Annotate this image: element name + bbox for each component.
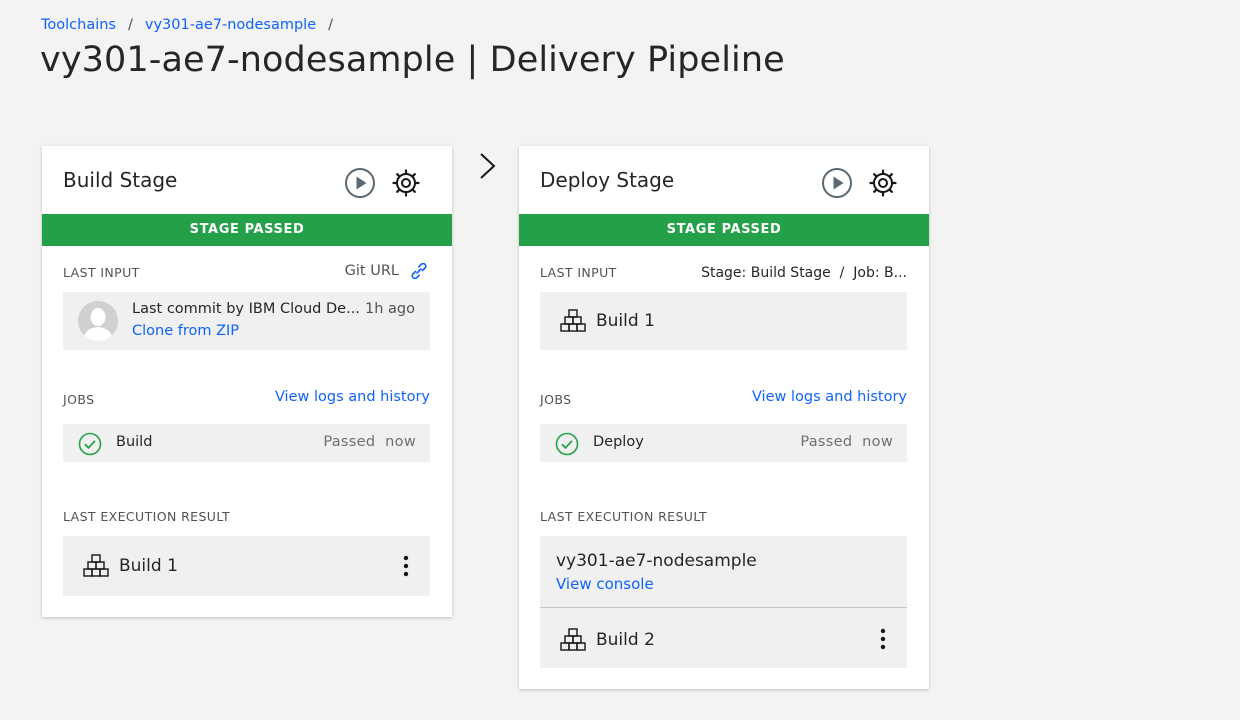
execution-result-tile: vy301-ae7-nodesample View console Build … [540,536,907,668]
play-icon [345,168,375,198]
checkmark-icon [555,432,579,456]
clone-from-zip-link[interactable]: Clone from ZIP [132,323,239,339]
build-icon [560,309,586,332]
input-build-number: Build 1 [596,311,655,331]
breadcrumb-toolchain[interactable]: vy301-ae7-nodesample [145,17,316,33]
jobs-label: JOBS [63,392,95,407]
build-icon [560,628,586,651]
stage-settings-button[interactable] [867,167,899,199]
run-stage-button[interactable] [344,167,376,199]
breadcrumb-separator: / [328,17,334,33]
breadcrumb-separator: / [128,17,133,33]
deploy-stage-card: Deploy Stage STAGE PASSED LAST INPUT Sta… [519,146,929,689]
commit-time: 1h ago [365,301,415,317]
stage-status-bar: STAGE PASSED [519,214,929,246]
page-title: vy301-ae7-nodesample | Delivery Pipeline [40,40,785,80]
gear-icon [869,169,897,197]
play-icon [822,168,852,198]
build-stage-card: Build Stage STAGE PASSED LAST INPUT Git [42,146,452,617]
gear-icon [392,169,420,197]
link-icon[interactable] [408,263,430,279]
view-logs-link[interactable]: View logs and history [275,389,430,405]
stage-title: Build Stage [63,168,178,192]
checkmark-icon [78,432,102,456]
input-source-text: Git URL [344,263,399,279]
build-number: Build 1 [119,556,178,576]
build-number: Build 2 [596,630,655,650]
input-source-text: Stage: Build Stage / Job: B... [701,265,907,281]
input-source: Git URL [345,263,430,279]
job-row[interactable]: Build Passed now [63,424,430,462]
stage-header: Build Stage [42,146,452,214]
last-commit-tile: Last commit by IBM Cloud De... 1h ago Cl… [63,292,430,350]
chevron-right-icon [480,153,496,179]
divider [540,607,907,608]
last-execution-result-label: LAST EXECUTION RESULT [63,509,231,524]
execution-result-tile[interactable]: Build 1 [63,536,430,596]
overflow-menu-icon[interactable] [398,554,414,578]
job-status: Passed now [323,434,416,450]
last-input-label: LAST INPUT [540,265,617,280]
job-status: Passed now [800,434,893,450]
stage-title: Deploy Stage [540,168,675,192]
build-icon [83,554,109,577]
job-name: Deploy [593,434,644,450]
view-console-link[interactable]: View console [556,575,654,593]
jobs-label: JOBS [540,392,572,407]
stage-settings-button[interactable] [390,167,422,199]
last-input-label: LAST INPUT [63,265,140,280]
stage-status-bar: STAGE PASSED [42,214,452,246]
last-execution-result-label: LAST EXECUTION RESULT [540,509,708,524]
commit-message: Last commit by IBM Cloud De... [132,301,360,317]
app-name: vy301-ae7-nodesample [556,551,757,571]
avatar-icon [78,301,118,341]
view-logs-link[interactable]: View logs and history [752,389,907,405]
overflow-menu-icon[interactable] [875,627,891,651]
last-input-tile[interactable]: Build 1 [540,292,907,350]
job-name: Build [116,434,153,450]
job-row[interactable]: Deploy Passed now [540,424,907,462]
breadcrumb: Toolchains / vy301-ae7-nodesample / [41,17,345,33]
run-stage-button[interactable] [821,167,853,199]
stage-header: Deploy Stage [519,146,929,214]
breadcrumb-toolchains[interactable]: Toolchains [41,17,116,33]
